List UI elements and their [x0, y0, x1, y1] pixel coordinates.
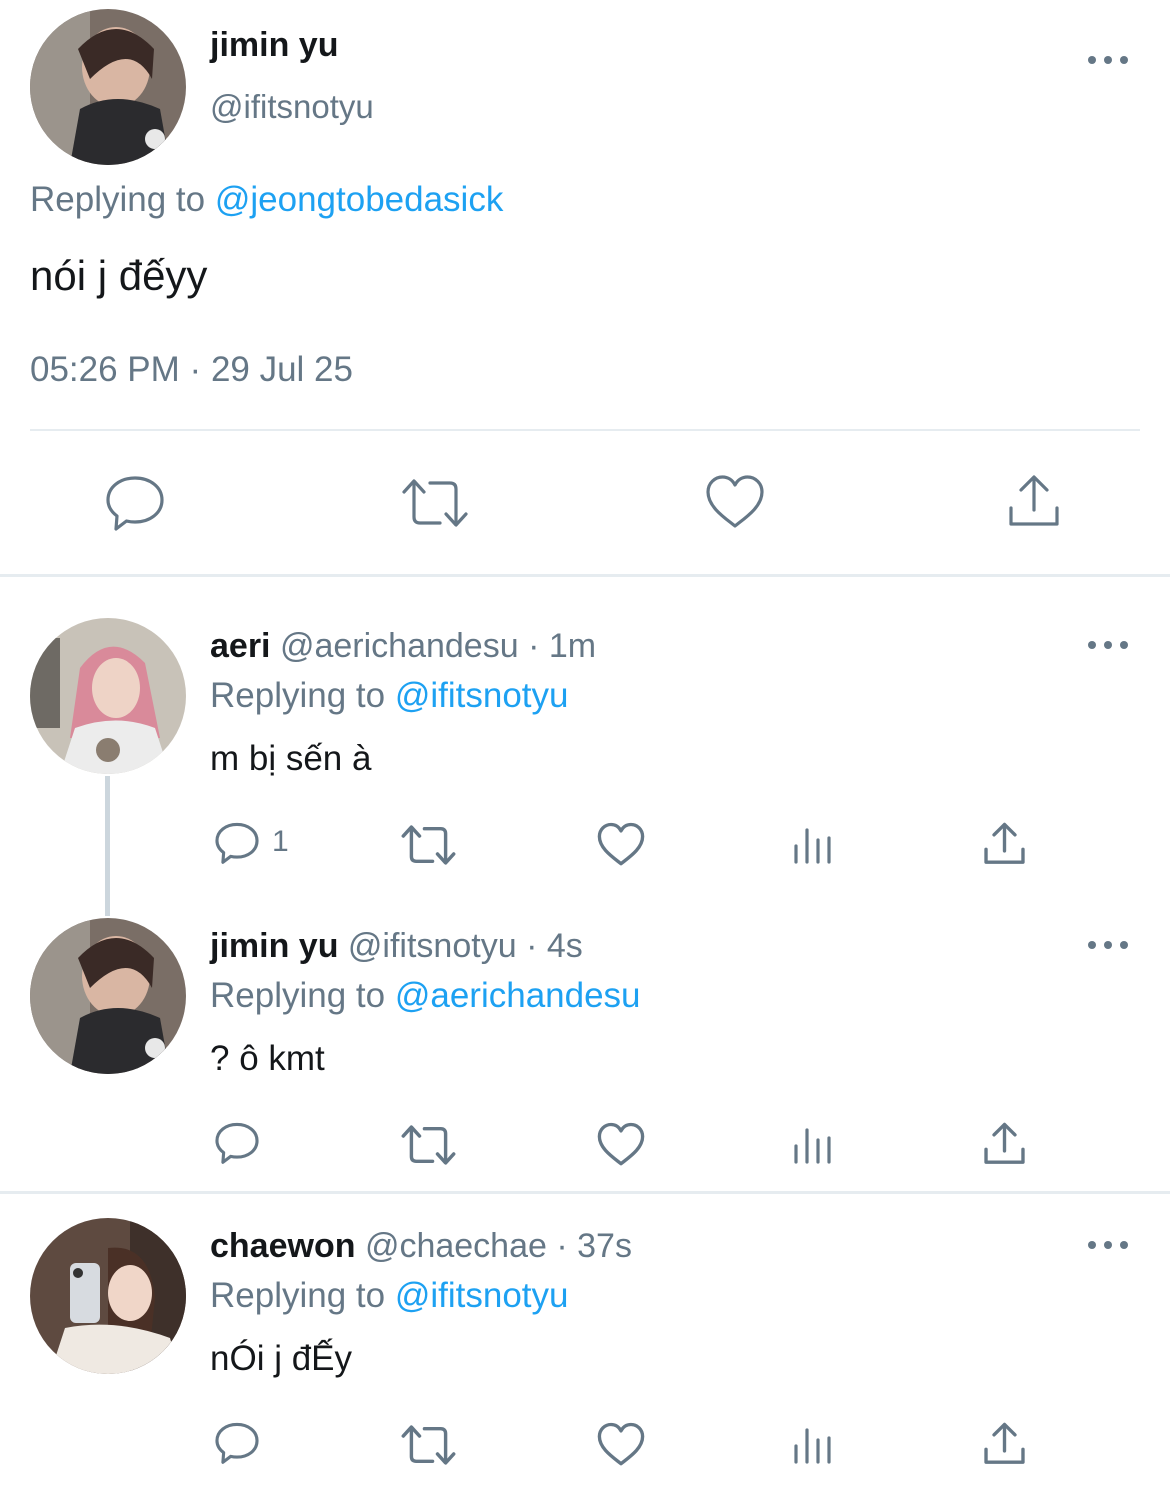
replying-to-link[interactable]: @jeongtobedasick	[215, 180, 504, 219]
replying-line: Replying to @ifitsnotyu	[210, 676, 569, 716]
reply-icon	[215, 822, 259, 864]
display-name[interactable]: aeri	[210, 627, 271, 665]
tweet-time: 05:26 PM	[30, 350, 180, 389]
main-display-name[interactable]: jimin yu	[210, 26, 338, 65]
retweet-icon	[401, 1425, 456, 1465]
reply-text: m bị sến à	[210, 739, 372, 778]
reply-header: aeri @aerichandesu · 1m	[210, 627, 596, 666]
share-icon	[984, 1422, 1025, 1464]
more-icon[interactable]	[1088, 638, 1128, 652]
retweet-icon	[401, 825, 456, 865]
analytics-button[interactable]	[792, 1124, 834, 1166]
share-button[interactable]	[1006, 474, 1062, 530]
replying-to-link[interactable]: @ifitsnotyu	[395, 1276, 569, 1315]
analytics-icon	[794, 1128, 831, 1164]
reply-button[interactable]	[104, 472, 166, 534]
display-name[interactable]: chaewon	[210, 1227, 355, 1265]
handle[interactable]: @aerichandesu	[280, 627, 519, 665]
main-handle[interactable]: @ifitsnotyu	[210, 88, 374, 126]
like-button[interactable]	[705, 474, 765, 530]
share-icon	[984, 1122, 1025, 1164]
tweet-date: 29 Jul 25	[210, 350, 353, 389]
replying-to-link[interactable]: @ifitsnotyu	[395, 676, 569, 715]
avatar-jimin[interactable]	[30, 918, 186, 1074]
share-icon	[1009, 475, 1059, 526]
share-button[interactable]	[982, 1422, 1027, 1467]
like-button[interactable]	[597, 1122, 645, 1167]
analytics-icon	[794, 1428, 831, 1464]
reply-icon	[106, 476, 164, 531]
more-icon[interactable]	[1088, 938, 1128, 952]
retweet-button[interactable]	[400, 822, 457, 868]
more-icon[interactable]	[1088, 53, 1128, 67]
reply-button[interactable]	[214, 1420, 260, 1466]
replying-prefix: Replying to	[210, 1276, 386, 1315]
like-icon	[597, 822, 645, 866]
timestamp-separator: ·	[189, 350, 202, 389]
like-icon	[597, 1122, 645, 1166]
replying-prefix: Replying to	[210, 676, 386, 715]
reply-header: chaewon @chaechae · 37s	[210, 1227, 632, 1266]
reply-header: jimin yu @ifitsnotyu · 4s	[210, 927, 583, 966]
replying-line: Replying to @ifitsnotyu	[210, 1276, 569, 1316]
like-icon	[706, 475, 764, 528]
section-divider	[0, 574, 1170, 577]
reply-text: nÓi j đẾy	[210, 1339, 352, 1378]
divider	[30, 429, 1140, 431]
share-button[interactable]	[982, 1122, 1027, 1167]
tweet-age: · 4s	[526, 927, 583, 965]
reply-icon	[215, 1422, 259, 1464]
analytics-button[interactable]	[792, 1424, 834, 1466]
main-tweet-text: nói j đếyy	[30, 252, 208, 299]
reply-count: 1	[272, 825, 289, 858]
avatar-aeri[interactable]	[30, 618, 186, 774]
handle[interactable]: @ifitsnotyu	[348, 927, 517, 965]
avatar-chaewon[interactable]	[30, 1218, 186, 1374]
replying-prefix: Replying to	[30, 180, 206, 219]
thread-line	[105, 776, 110, 916]
like-button[interactable]	[597, 1422, 645, 1467]
retweet-button[interactable]	[400, 475, 470, 531]
replying-prefix: Replying to	[210, 976, 386, 1015]
main-replying-line: Replying to @jeongtobedasick	[30, 180, 503, 220]
reply-button[interactable]	[214, 1120, 260, 1166]
retweet-icon	[401, 1125, 456, 1165]
reply-button[interactable]	[214, 820, 260, 866]
main-timestamp: 05:26 PM · 29 Jul 25	[30, 350, 353, 390]
section-divider	[0, 1191, 1170, 1194]
handle[interactable]: @chaechae	[365, 1227, 547, 1265]
reply-icon	[215, 1122, 259, 1164]
like-icon	[597, 1422, 645, 1466]
avatar-jimin-main[interactable]	[30, 9, 186, 165]
replying-line: Replying to @aerichandesu	[210, 976, 641, 1016]
retweet-button[interactable]	[400, 1422, 457, 1468]
analytics-icon	[794, 828, 831, 864]
reply-text: ? ô kmt	[210, 1039, 325, 1078]
retweet-icon	[402, 479, 468, 527]
display-name[interactable]: jimin yu	[210, 927, 338, 965]
share-icon	[984, 822, 1025, 864]
more-icon[interactable]	[1088, 1238, 1128, 1252]
tweet-age: · 37s	[556, 1227, 632, 1265]
share-button[interactable]	[982, 822, 1027, 867]
analytics-button[interactable]	[792, 824, 834, 866]
replying-to-link[interactable]: @aerichandesu	[395, 976, 641, 1015]
retweet-button[interactable]	[400, 1122, 457, 1168]
like-button[interactable]	[597, 822, 645, 867]
tweet-age: · 1m	[528, 627, 597, 665]
